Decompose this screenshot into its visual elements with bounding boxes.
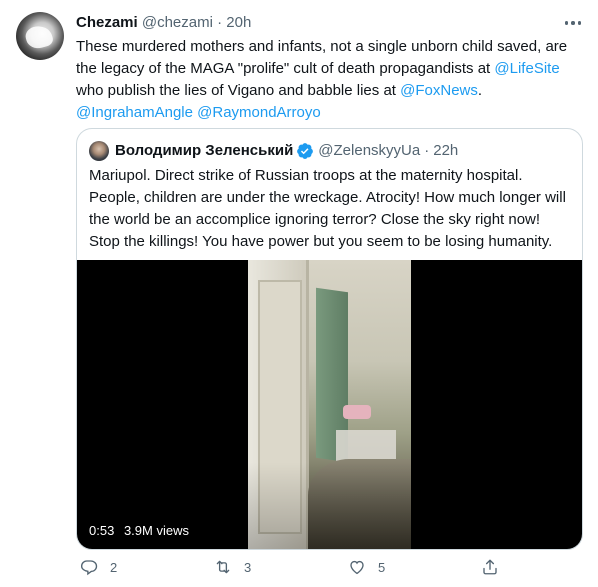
video-views: 3.9M views [123, 523, 189, 538]
quoted-tweet-header: Володимир Зеленський @ZelenskyyUa · 22h [89, 141, 458, 161]
author-handle[interactable]: @chezami [142, 14, 213, 31]
avatar-figure [23, 23, 55, 51]
retweet-count: 3 [244, 559, 252, 575]
tweet-text-line: @IngrahamAngle @RaymondArroyo [76, 102, 586, 124]
tweet-timestamp[interactable]: 20h [226, 14, 251, 31]
mention-link[interactable]: @LifeSite [494, 60, 559, 77]
like-button[interactable]: 5 [348, 556, 385, 578]
tweet-text-line: the legacy of the MAGA "prolife" cult of… [76, 60, 560, 77]
reply-icon [80, 560, 98, 576]
separator-dot: · [424, 142, 430, 159]
mention-links[interactable]: @IngrahamAngle @RaymondArroyo [76, 104, 321, 121]
quoted-tweet-timestamp[interactable]: 22h [433, 141, 458, 161]
author-name[interactable]: Chezami [76, 14, 138, 31]
verified-badge-icon [297, 143, 314, 159]
share-icon [483, 559, 497, 575]
tweet-header: Chezami @chezami · 20h [76, 13, 582, 33]
more-options-icon[interactable] [562, 12, 584, 34]
retweet-icon [216, 560, 230, 574]
video-frame [248, 260, 411, 549]
quoted-tweet-text: Mariupol. Direct strike of Russian troop… [89, 167, 566, 250]
tweet-text-line: who publish the lies of Vigano and babbl… [76, 82, 483, 99]
quoted-author-handle[interactable]: @ZelenskyyUa [318, 141, 420, 161]
reply-button[interactable]: 2 [80, 556, 117, 578]
quoted-tweet[interactable]: Володимир Зеленський @ZelenskyyUa · 22h … [76, 128, 583, 550]
tweet-text: These murdered mothers and infants, not … [76, 36, 586, 124]
tweet-text-line: These murdered mothers and infants, not … [76, 38, 568, 55]
video-meta: 0:53 3.9M views [89, 523, 195, 539]
retweet-button[interactable]: 3 [214, 556, 251, 578]
mention-link[interactable]: @FoxNews [400, 82, 478, 99]
quoted-author-name[interactable]: Володимир Зеленський [115, 141, 293, 161]
tweet-actions: 2 3 5 [76, 556, 516, 578]
separator-dot: · [217, 14, 223, 31]
video-duration: 0:53 [89, 523, 115, 538]
heart-icon [350, 560, 364, 575]
video-player[interactable]: 0:53 3.9M views [77, 260, 582, 549]
quoted-author-avatar[interactable] [89, 141, 109, 161]
like-count: 5 [378, 559, 386, 575]
reply-count: 2 [110, 559, 118, 575]
share-button[interactable] [481, 556, 511, 578]
author-avatar[interactable] [16, 12, 64, 60]
